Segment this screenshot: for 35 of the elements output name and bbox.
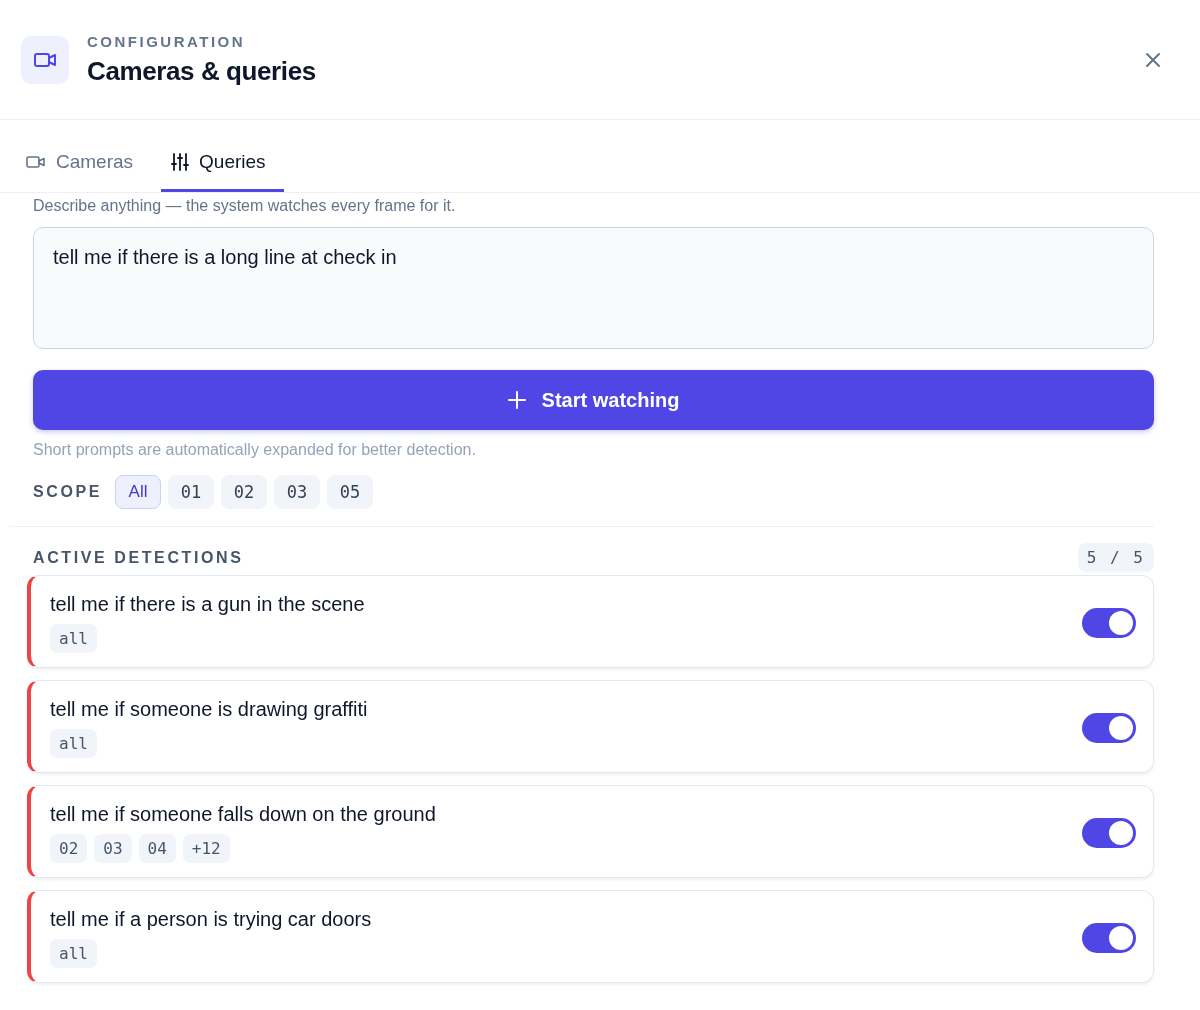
toggle-switch[interactable]: [1082, 713, 1136, 743]
detection-text: tell me if someone is drawing graffiti: [50, 698, 369, 721]
detection-text: tell me if there is a gun in the scene: [50, 593, 366, 616]
toggle-switch[interactable]: [1082, 818, 1136, 848]
tab[interactable]: Cameras: [16, 140, 152, 192]
query-input-field[interactable]: tell me if there is a long line at check in: [33, 227, 1154, 349]
camera-tag: 03: [94, 834, 132, 863]
scope-chip[interactable]: 01: [168, 475, 214, 509]
close-icon: [1144, 50, 1162, 69]
toggle-switch[interactable]: [1082, 923, 1136, 953]
camera-tag: 02: [50, 834, 88, 863]
count-badge: 5 / 5: [1077, 543, 1154, 572]
plus-icon: [507, 391, 526, 409]
scope-chip[interactable]: 02: [221, 475, 267, 509]
section-title: ACTIVE DETECTIONS: [33, 548, 244, 567]
sliders-icon: [171, 152, 190, 171]
detection-text: tell me if a person is trying car doors: [50, 908, 373, 931]
scope-label: SCOPE: [33, 483, 102, 501]
scope-chip[interactable]: 05: [327, 475, 373, 509]
camera-tag: all: [50, 729, 97, 758]
header-eyebrow: CONFIGURATION: [87, 32, 247, 50]
camera-tag: all: [50, 939, 97, 968]
help-text: Short prompts are automatically expanded for better detection.: [33, 441, 477, 459]
scope-chip[interactable]: 03: [274, 475, 320, 509]
toggle-switch[interactable]: [1082, 608, 1136, 638]
tab[interactable]: Queries: [161, 140, 284, 192]
camera-icon: [26, 153, 46, 170]
window-title: Cameras & queries: [87, 55, 317, 87]
camera-tag: all: [50, 624, 97, 653]
camera-tag: 04: [138, 834, 176, 863]
start-watching-button[interactable]: Start watching: [33, 370, 1154, 430]
detection-text: tell me if someone falls down on the ground: [50, 803, 437, 826]
camera-tag: +12: [182, 834, 230, 863]
scope-chip[interactable]: All: [115, 475, 161, 509]
hint-text: Describe anything — the system watches every frame for it.: [33, 197, 457, 215]
